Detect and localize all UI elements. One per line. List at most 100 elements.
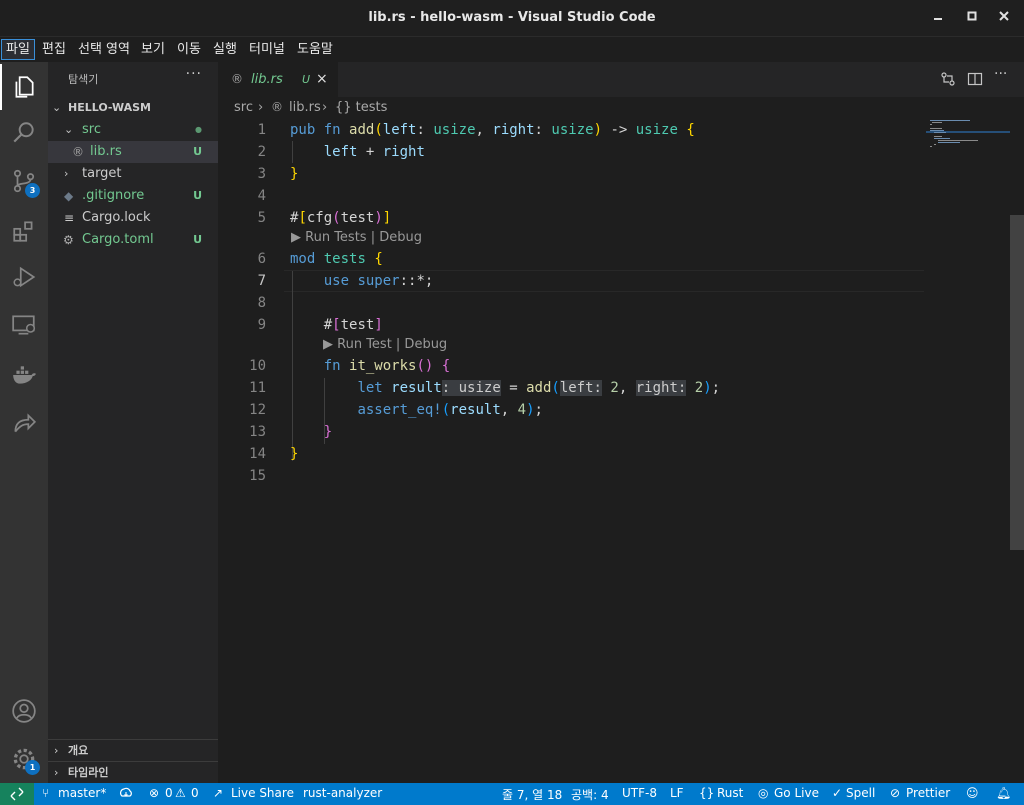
line-number: 11: [249, 380, 266, 396]
minimize-icon[interactable]: [928, 8, 948, 28]
code-line: use super::*;: [323, 273, 434, 289]
minimap[interactable]: [926, 119, 1014, 783]
breadcrumb-file[interactable]: lib.rs: [289, 100, 321, 115]
chevron-right-icon: ›: [54, 744, 59, 757]
tree-item-target[interactable]: › target: [48, 163, 218, 185]
code-line: pub fn add(left: usize, right: usize) ->…: [290, 122, 695, 138]
accounts-icon[interactable]: [0, 688, 48, 734]
tree-item-label: lib.rs: [90, 144, 122, 159]
indentation[interactable]: 공백: 4: [571, 786, 609, 803]
go-live-button[interactable]: Go Live: [774, 786, 819, 800]
code-editor[interactable]: 1 2 3 4 5 6 7 8 9 10 11 12 13 14 15 pub …: [218, 119, 1024, 783]
cursor-position[interactable]: 줄 7, 열 18: [502, 786, 562, 803]
code-line: left + right: [323, 144, 425, 160]
rust-analyzer-status[interactable]: rust-analyzer: [303, 786, 382, 800]
error-icon: ⊗: [149, 786, 160, 800]
warning-count[interactable]: 0: [191, 786, 199, 800]
check-icon: ✓: [832, 786, 843, 800]
code-line: #[cfg(test)]: [290, 210, 392, 226]
line-number: 1: [257, 122, 266, 138]
close-window-icon[interactable]: [994, 8, 1014, 28]
chevron-right-icon: ›: [322, 100, 328, 115]
source-control-icon[interactable]: [0, 158, 48, 204]
menu-bar: 파일 편집 선택 영역 보기 이동 실행 터미널 도움말: [0, 37, 1024, 62]
spell-button[interactable]: Spell: [846, 786, 875, 800]
sync-icon[interactable]: [119, 786, 133, 803]
braces-icon: {}: [699, 786, 715, 800]
live-share-icon[interactable]: [0, 400, 48, 446]
tree-item-label: src: [82, 122, 101, 137]
menu-go[interactable]: 이동: [173, 39, 205, 60]
manage-gear-icon[interactable]: [0, 736, 48, 782]
run-debug-icon[interactable]: [0, 254, 48, 300]
notifications-bell-icon[interactable]: 🔔︎: [996, 786, 1011, 800]
broadcast-icon: ◎: [758, 786, 769, 800]
search-icon[interactable]: [0, 110, 48, 156]
code-line: #[test]: [323, 317, 383, 333]
run-test-codelens[interactable]: ▶ Run Test | Debug: [323, 337, 447, 352]
outline-section[interactable]: › 개요: [48, 739, 218, 761]
scrollbar-thumb[interactable]: [1010, 215, 1024, 550]
more-actions-icon[interactable]: ···: [994, 66, 1007, 82]
split-editor-icon[interactable]: [967, 71, 983, 91]
live-share-button[interactable]: Live Share: [231, 786, 294, 800]
menu-view[interactable]: 보기: [137, 39, 169, 60]
line-number: 10: [249, 358, 266, 374]
breadcrumb-src[interactable]: src: [234, 100, 253, 115]
menu-terminal[interactable]: 터미널: [245, 39, 289, 60]
branch-name[interactable]: master*: [58, 786, 106, 800]
git-file-icon: ◆: [64, 189, 74, 203]
explorer-icon[interactable]: [0, 64, 48, 110]
maximize-icon[interactable]: [962, 8, 982, 28]
git-untracked-badge: U: [193, 189, 202, 202]
menu-file[interactable]: 파일: [1, 39, 35, 60]
code-line: fn it_works() {: [323, 358, 451, 374]
chevron-right-icon: ›: [258, 100, 264, 115]
remote-explorer-icon[interactable]: [0, 302, 48, 348]
live-share-icon: ↗: [213, 786, 224, 800]
modified-dot-icon: ●: [195, 125, 202, 134]
prettier-button[interactable]: Prettier: [906, 786, 950, 800]
tree-item-cargo-toml[interactable]: ⚙ Cargo.toml U: [48, 229, 218, 251]
menu-help[interactable]: 도움말: [293, 39, 337, 60]
menu-run[interactable]: 실행: [209, 39, 241, 60]
activity-bar: 3 1: [0, 62, 48, 783]
line-number: 2: [257, 144, 266, 160]
close-tab-icon[interactable]: ×: [316, 71, 328, 87]
tab-lib-rs[interactable]: ® lib.rs U ×: [218, 62, 338, 97]
workspace-folder[interactable]: ⌄ HELLO-WASM: [48, 97, 218, 119]
tree-item-lib-rs[interactable]: ® lib.rs U: [48, 141, 218, 163]
warning-icon: ⚠: [175, 786, 186, 800]
feedback-icon[interactable]: ☺: [966, 786, 979, 800]
line-number: 13: [249, 424, 266, 440]
rust-file-icon: ®: [231, 72, 243, 86]
compare-changes-icon[interactable]: [940, 71, 956, 91]
rust-file-icon: ®: [271, 100, 283, 114]
code-line: }: [323, 424, 333, 440]
line-ending[interactable]: LF: [670, 786, 684, 800]
more-actions-icon[interactable]: ···: [186, 66, 202, 82]
run-tests-codelens[interactable]: ▶ Run Tests | Debug: [291, 230, 422, 245]
menu-edit[interactable]: 편집: [38, 39, 70, 60]
extensions-icon[interactable]: [0, 208, 48, 254]
title-bar: lib.rs - hello-wasm - Visual Studio Code: [0, 0, 1024, 37]
window-title: lib.rs - hello-wasm - Visual Studio Code: [368, 10, 656, 25]
tree-item-label: Cargo.toml: [82, 232, 154, 247]
language-mode[interactable]: Rust: [717, 786, 743, 800]
accounts-badge: 1: [25, 760, 40, 775]
menu-selection[interactable]: 선택 영역: [74, 39, 134, 60]
breadcrumb-symbol[interactable]: {} tests: [335, 100, 387, 115]
breadcrumb: src › ® lib.rs › {} tests: [218, 97, 1024, 119]
timeline-section[interactable]: › 타임라인: [48, 761, 218, 783]
remote-indicator[interactable]: [0, 783, 34, 805]
docker-icon[interactable]: [0, 352, 48, 398]
git-untracked-badge: U: [193, 233, 202, 246]
workspace-folder-label: HELLO-WASM: [68, 101, 151, 114]
line-number: 8: [257, 295, 266, 311]
tree-item-src[interactable]: ⌄ src ●: [48, 119, 218, 141]
tree-item-cargo-lock[interactable]: ≡ Cargo.lock: [48, 207, 218, 229]
encoding[interactable]: UTF-8: [622, 786, 657, 800]
line-number: 3: [257, 166, 266, 182]
error-count[interactable]: 0: [165, 786, 173, 800]
tree-item-gitignore[interactable]: ◆ .gitignore U: [48, 185, 218, 207]
